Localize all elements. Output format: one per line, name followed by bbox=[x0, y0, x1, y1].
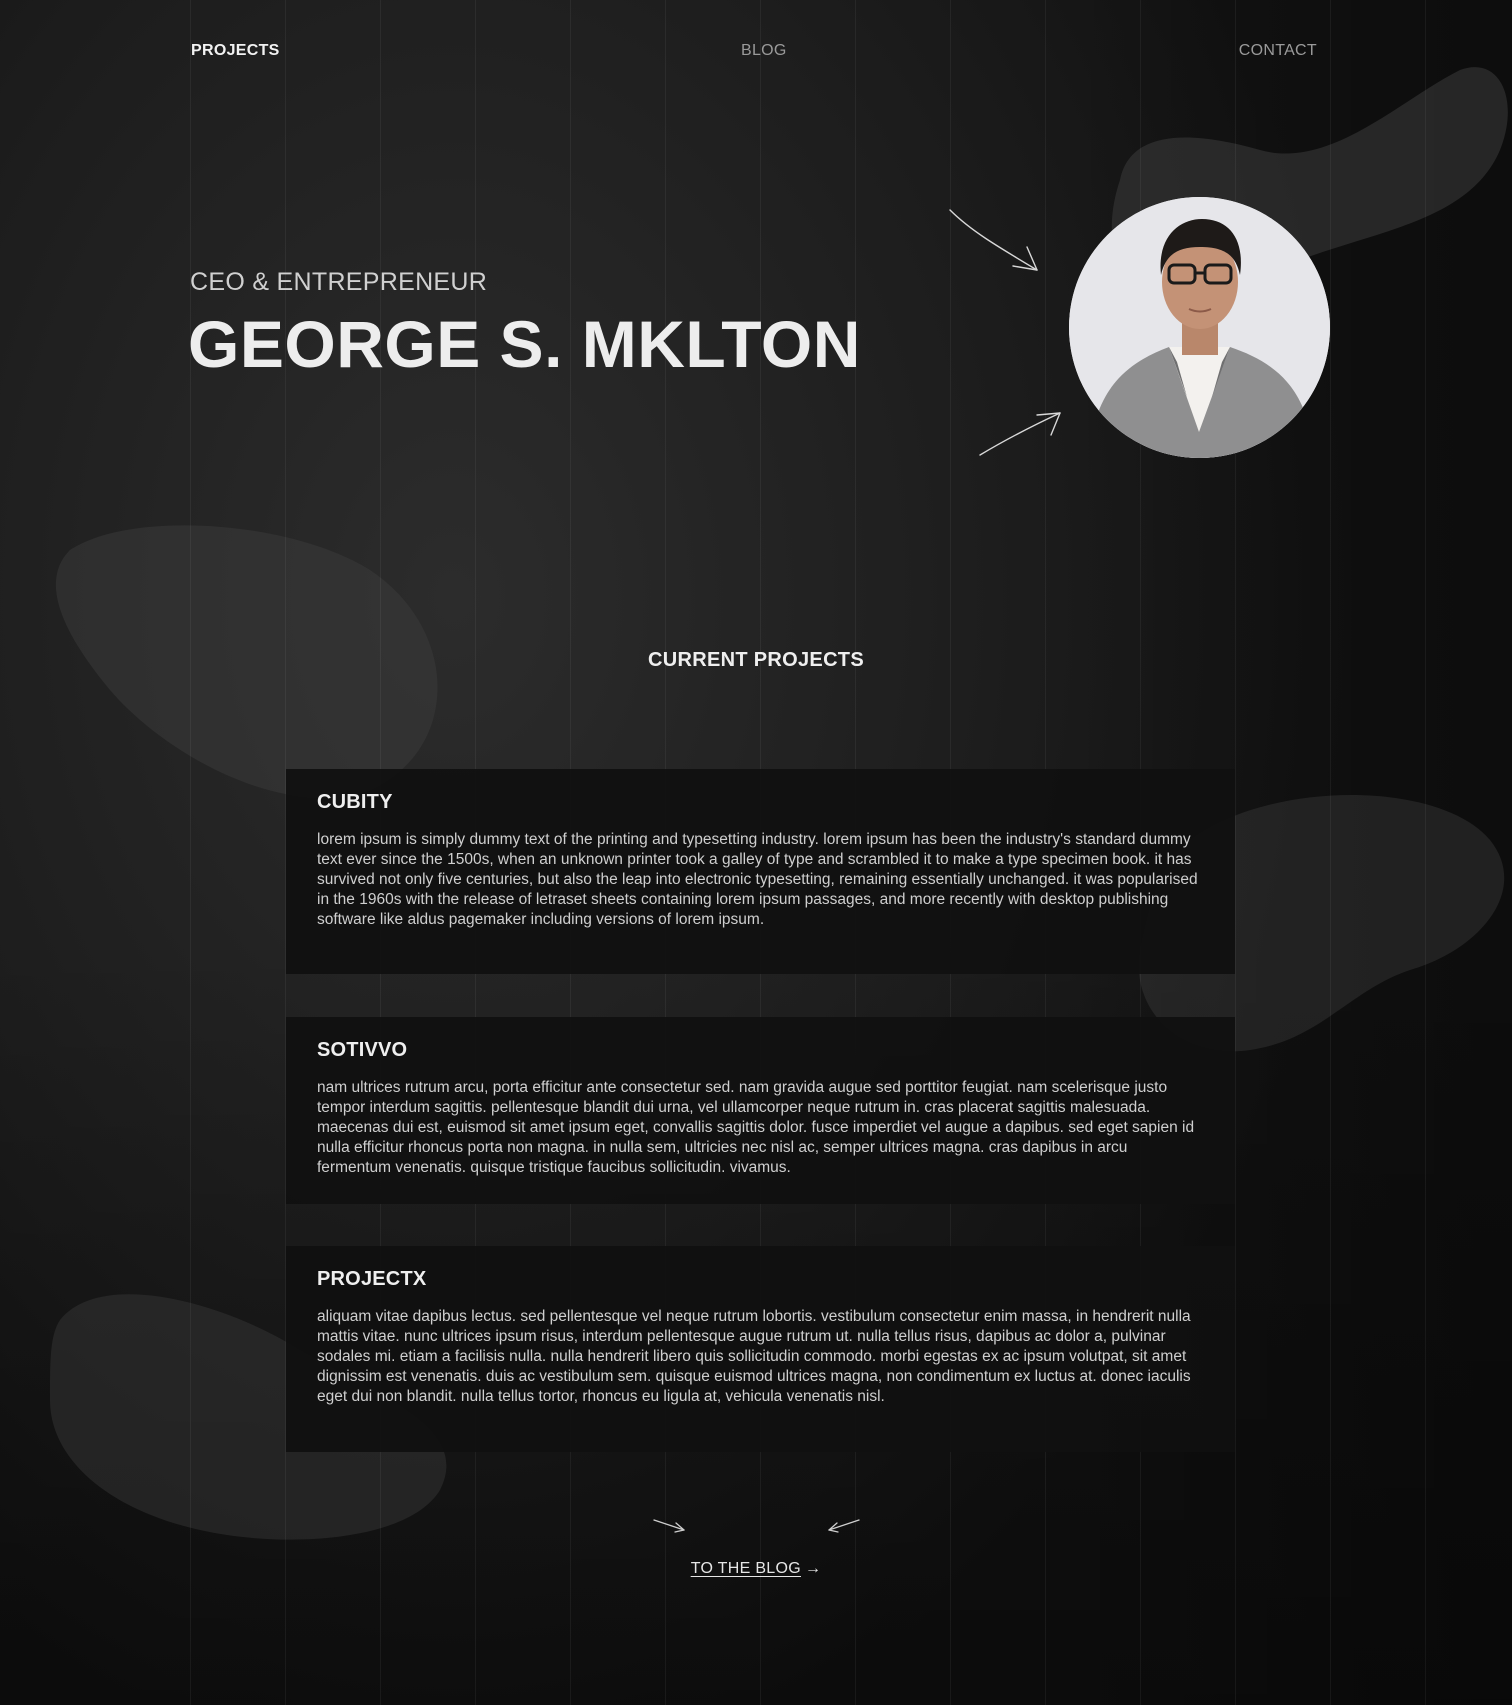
nav-blog-link[interactable]: BLOG bbox=[741, 42, 787, 60]
project-card-projectx: PROJECTX aliquam vitae dapibus lectus. s… bbox=[286, 1246, 1235, 1452]
hand-drawn-arrow-icon-top bbox=[949, 209, 1038, 271]
blog-cta: TO THE BLOG → bbox=[0, 1560, 1512, 1578]
current-projects-heading: CURRENT PROJECTS bbox=[648, 649, 864, 671]
project-card-sotivvo: SOTIVVO nam ultrices rutrum arcu, porta … bbox=[286, 1017, 1235, 1204]
small-arrow-icon-right bbox=[828, 1519, 860, 1533]
profile-photo bbox=[1069, 197, 1330, 458]
nav-projects-link[interactable]: PROJECTS bbox=[191, 42, 280, 60]
project-title: SOTIVVO bbox=[317, 1039, 408, 1061]
project-description: lorem ipsum is simply dummy text of the … bbox=[317, 831, 1198, 928]
project-description: nam ultrices rutrum arcu, porta efficitu… bbox=[317, 1079, 1195, 1176]
top-navigation: PROJECTS BLOG CONTACT bbox=[191, 42, 1317, 62]
small-arrow-icon-left bbox=[653, 1519, 685, 1533]
project-card-cubity: CUBITY lorem ipsum is simply dummy text … bbox=[286, 769, 1235, 974]
project-title: CUBITY bbox=[317, 791, 393, 813]
arrow-right-icon: → bbox=[804, 1560, 822, 1577]
nav-contact-link[interactable]: CONTACT bbox=[1239, 42, 1317, 60]
to-the-blog-link[interactable]: TO THE BLOG bbox=[691, 1560, 801, 1577]
hero-name: GEORGE S. MKLTON bbox=[188, 307, 861, 381]
project-description: aliquam vitae dapibus lectus. sed pellen… bbox=[317, 1308, 1191, 1405]
project-title: PROJECTX bbox=[317, 1268, 427, 1290]
hand-drawn-arrow-icon-bottom bbox=[979, 412, 1061, 456]
hero-subtitle: CEO & ENTREPRENEUR bbox=[190, 268, 488, 296]
